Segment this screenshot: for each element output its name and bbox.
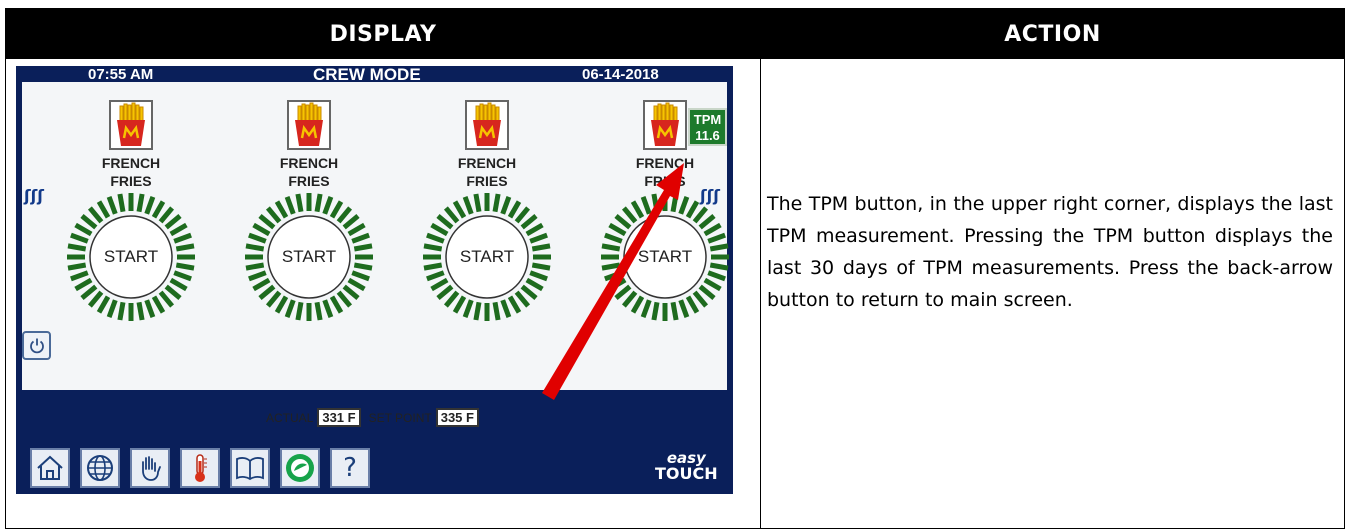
display-header: DISPLAY [6, 9, 760, 59]
annotation-arrow [542, 163, 684, 400]
action-description: The TPM button, in the upper right corne… [767, 193, 1333, 311]
column-divider [760, 9, 761, 528]
fryer-screen: 07:55 AM CREW MODE 06-14-2018 FRENCH FRIE… [16, 66, 733, 494]
action-header: ACTION [761, 9, 1344, 59]
instruction-table: DISPLAY ACTION The TPM button, in the up… [5, 8, 1345, 529]
